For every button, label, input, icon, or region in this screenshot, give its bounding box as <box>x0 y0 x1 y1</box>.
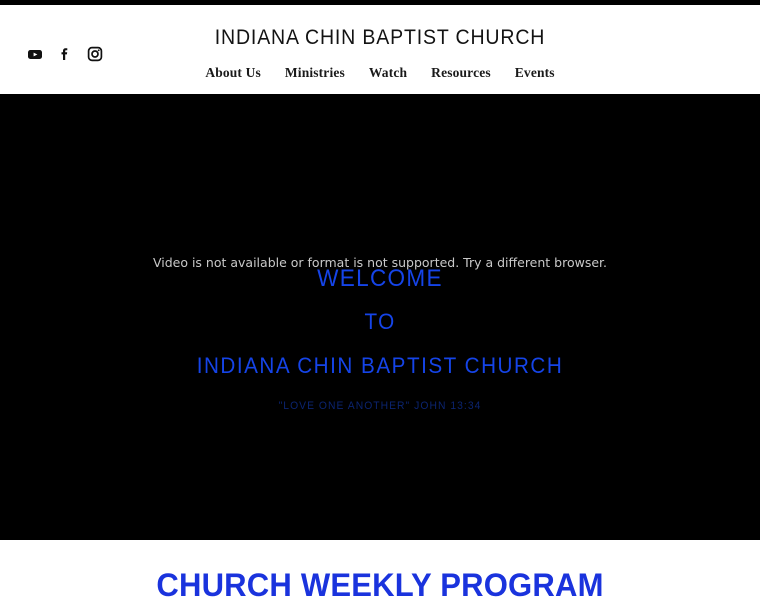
site-header: INDIANA CHIN BAPTIST CHURCH About Us Min… <box>0 5 760 94</box>
nav-item-watch[interactable]: Watch <box>369 64 407 81</box>
weekly-program-section: CHURCH WEEKLY PROGRAM <box>0 540 760 600</box>
weekly-program-heading: CHURCH WEEKLY PROGRAM <box>156 567 604 600</box>
hero-text-block: WELCOME TO INDIANA CHIN BAPTIST CHURCH "… <box>0 266 760 413</box>
site-title: INDIANA CHIN BAPTIST CHURCH <box>214 26 546 49</box>
main-navigation: About Us Ministries Watch Resources Even… <box>0 64 760 81</box>
nav-item-ministries[interactable]: Ministries <box>285 64 345 81</box>
page-root: INDIANA CHIN BAPTIST CHURCH About Us Min… <box>0 0 760 600</box>
hero-scripture-verse: "LOVE ONE ANOTHER" JOHN 13:34 <box>278 400 482 412</box>
hero-welcome-line: WELCOME <box>317 265 443 292</box>
hero-video-banner: Video is not available or format is not … <box>0 94 760 540</box>
hero-church-name: INDIANA CHIN BAPTIST CHURCH <box>196 353 564 378</box>
nav-item-about-us[interactable]: About Us <box>205 64 261 81</box>
nav-item-resources[interactable]: Resources <box>431 64 491 81</box>
nav-item-events[interactable]: Events <box>515 64 555 81</box>
hero-to-line: TO <box>364 309 396 334</box>
